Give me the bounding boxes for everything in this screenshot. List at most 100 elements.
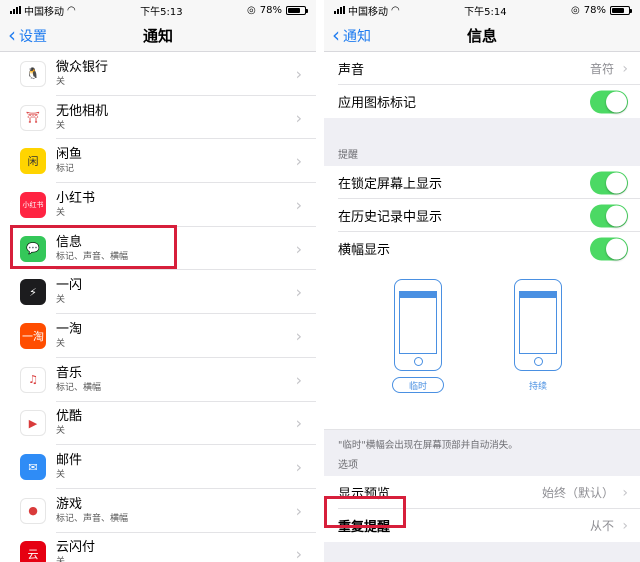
persistent-option[interactable]: 持续 — [512, 377, 564, 393]
app-name: 邮件 — [56, 453, 83, 469]
back-label: 通知 — [343, 29, 371, 45]
chevron-right-icon: › — [295, 108, 302, 128]
app-summary: 关 — [56, 120, 66, 131]
app-row[interactable]: 一淘 一淘关 › — [0, 314, 316, 358]
persistent-banner-preview[interactable] — [514, 279, 562, 371]
page-title: 通知 — [142, 27, 173, 45]
app-summary: 标记、声音、横幅 — [56, 513, 129, 524]
chevron-right-icon: › — [295, 195, 302, 215]
app-row[interactable]: ✉ 邮件关 › — [0, 445, 316, 489]
chevron-left-icon: ‹ — [8, 23, 16, 47]
app-name: 闲鱼 — [56, 147, 83, 163]
app-name: 游戏 — [56, 496, 83, 512]
chevron-right-icon: › — [622, 60, 628, 77]
banners-toggle[interactable] — [590, 237, 628, 260]
carrier-label: 中国移动 — [348, 6, 388, 18]
wuta-camera-icon: ⛩ — [20, 104, 46, 131]
back-button[interactable]: ‹ 设置 — [8, 20, 47, 52]
app-summary: 关 — [56, 426, 66, 437]
app-name: 一淘 — [56, 321, 83, 337]
app-summary: 关 — [56, 295, 66, 306]
music-icon: ♫ — [20, 366, 46, 393]
chevron-right-icon: › — [295, 370, 302, 390]
signal-icon — [334, 6, 345, 14]
chevron-left-icon: ‹ — [332, 23, 340, 47]
chevron-right-icon: › — [295, 501, 302, 521]
app-summary: 标记、声音、横幅 — [56, 251, 129, 262]
banners-row: 横幅显示 — [324, 232, 640, 265]
nav-bar: ‹ 通知 信息 — [324, 20, 640, 52]
back-label: 设置 — [19, 29, 47, 45]
messages-icon: 💬 — [20, 235, 46, 262]
game-center-icon: ● — [20, 497, 46, 524]
lockscreen-row: 在锁定屏幕上显示 — [324, 166, 640, 199]
notifications-screen: 中国移动 ◠ 下午5:13 ◎ 78% ‹ 设置 通知 🐧 微众银行关 › ⛩ 无他相机… — [0, 0, 316, 562]
app-summary: 关 — [56, 470, 66, 481]
app-row[interactable]: 云云闪付关 › — [0, 533, 316, 562]
sound-value: 音符 — [589, 62, 614, 76]
app-name: 微众银行 — [56, 59, 109, 75]
chevron-right-icon: › — [295, 151, 302, 171]
lockscreen-toggle[interactable] — [590, 171, 628, 194]
page-title: 信息 — [466, 27, 497, 45]
rotation-lock-icon: ◎ — [571, 4, 580, 16]
app-row[interactable]: ● 游戏 标记、声音、横幅 › — [0, 489, 316, 533]
banner-style-picker: 临时 持续 — [324, 265, 640, 430]
repeat-row[interactable]: 重复提醒 从不 › — [324, 509, 640, 542]
battery-icon — [609, 5, 632, 15]
app-summary: 关 — [56, 207, 66, 218]
lockscreen-label: 在锁定屏幕上显示 — [338, 177, 443, 192]
chevron-right-icon: › — [295, 544, 302, 562]
messages-notification-screen: 中国移动 ◠ 下午5:14 ◎ 78% ‹ 通知 信息 声音 音符 › 应用图标… — [324, 0, 640, 562]
app-list: 🐧 微众银行关 › ⛩ 无他相机关 › 闲闲鱼 标记 › 小红书 小红书关 › 💬 信息 标记、声音、横幅 ›… — [0, 52, 316, 562]
app-row[interactable]: ⛩ 无他相机关 › — [0, 96, 316, 140]
clock: 下午5:14 — [464, 6, 507, 18]
history-toggle[interactable] — [590, 204, 628, 227]
carrier-label: 中国移动 — [24, 6, 64, 18]
history-label: 在历史记录中显示 — [338, 210, 443, 225]
preview-label: 显示预览 — [338, 487, 391, 502]
xiaohongshu-icon: 小红书 — [20, 191, 46, 218]
app-row[interactable]: 🐧 微众银行关 › — [0, 52, 316, 96]
app-row[interactable]: 闲闲鱼 标记 › — [0, 139, 316, 184]
app-summary: 关 — [56, 338, 66, 349]
rotation-lock-icon: ◎ — [247, 4, 256, 16]
temporary-banner-preview[interactable] — [394, 279, 442, 371]
app-summary: 标记、横幅 — [56, 382, 102, 393]
app-row[interactable]: ⚡ 一闪关 › — [0, 270, 316, 315]
app-name: 信息 — [56, 234, 83, 250]
temporary-option[interactable]: 临时 — [392, 377, 444, 393]
app-row[interactable]: 💬 信息 标记、声音、横幅 › — [0, 227, 316, 271]
signal-icon — [10, 6, 21, 14]
status-bar: 中国移动 ◠ 下午5:14 ◎ 78% — [324, 0, 640, 20]
banners-label: 横幅显示 — [338, 243, 391, 258]
yitao-icon: 一淘 — [20, 322, 46, 349]
mail-icon: ✉ — [20, 454, 46, 481]
app-row[interactable]: ▶ 优酷关 › — [0, 402, 316, 446]
app-row[interactable]: 小红书 小红书关 › — [0, 183, 316, 227]
battery-icon — [285, 5, 308, 15]
options-section-header: 选项 — [338, 460, 358, 471]
webank-icon: 🐧 — [20, 60, 46, 87]
badge-toggle[interactable] — [590, 90, 628, 113]
app-name: 小红书 — [56, 190, 96, 206]
chevron-right-icon: › — [622, 517, 628, 534]
preview-value: 始终（默认） — [541, 486, 614, 500]
chevron-right-icon: › — [295, 64, 302, 84]
preview-row[interactable]: 显示预览 始终（默认） › — [324, 476, 640, 509]
yishan-icon: ⚡ — [20, 279, 46, 306]
clock: 下午5:13 — [140, 6, 183, 18]
back-button[interactable]: ‹ 通知 — [332, 20, 371, 52]
alerts-section-header: 提醒 — [338, 150, 358, 161]
app-name: 无他相机 — [56, 103, 109, 119]
repeat-value: 从不 — [589, 519, 614, 533]
app-row[interactable]: ♫ 音乐 标记、横幅 › — [0, 358, 316, 402]
sound-row[interactable]: 声音 音符 › — [324, 52, 640, 85]
app-name: 云闪付 — [56, 540, 96, 556]
app-name: 一闪 — [56, 278, 83, 294]
app-summary: 关 — [56, 76, 66, 87]
youku-icon: ▶ — [20, 410, 46, 437]
badge-row: 应用图标标记 — [324, 85, 640, 118]
badge-label: 应用图标标记 — [338, 96, 417, 111]
wifi-icon: ◠ — [67, 4, 76, 16]
